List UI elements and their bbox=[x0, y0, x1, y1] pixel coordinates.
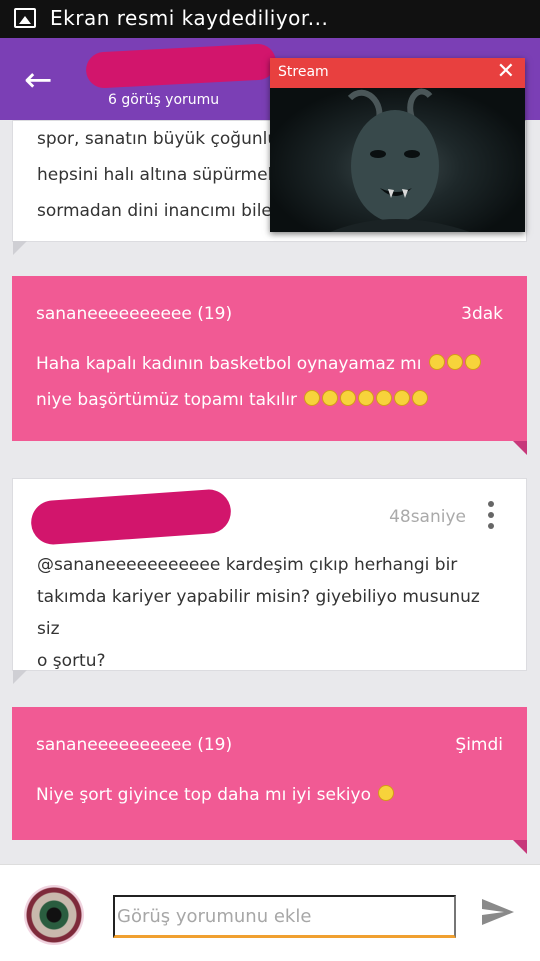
arrow-back-icon[interactable]: ← bbox=[24, 60, 64, 100]
comment-line-text: niye başörtümüz topamı takılır bbox=[36, 390, 298, 410]
comment-count-subtitle: 6 görüş yorumu bbox=[108, 92, 220, 108]
stream-popup-header: Stream ✕ bbox=[270, 58, 525, 88]
comment-time: 3dak bbox=[461, 304, 503, 324]
status-text: Ekran resmi kaydediliyor... bbox=[50, 6, 329, 30]
redacted-author bbox=[29, 488, 233, 546]
grinning-emoji-icon bbox=[428, 354, 445, 370]
laughing-emoji-icon bbox=[464, 354, 481, 370]
comment-author: sananeeeeeeeeee (19) bbox=[36, 304, 233, 324]
comment-time: 48saniye bbox=[389, 507, 466, 527]
grinning-emoji-icon bbox=[378, 785, 395, 801]
comment-card-4: sananeeeeeeeeee (19) Şimdi Niye şort giy… bbox=[12, 707, 527, 854]
laughing-emoji-icon bbox=[322, 390, 339, 406]
stream-popup[interactable]: Stream ✕ bbox=[270, 58, 525, 232]
smiling-emoji-icon bbox=[446, 354, 463, 370]
comment-line: Haha kapalı kadının basketbol oynayamaz … bbox=[36, 346, 507, 382]
grinning-emoji-icon bbox=[376, 390, 393, 406]
card-fold bbox=[13, 670, 27, 684]
comment-text: Niye şort giyince top daha mı iyi sekiyo bbox=[36, 777, 507, 813]
comment-card-3: 48saniye @sananeeeeeeeeeee kardeşim çıkı… bbox=[12, 478, 527, 684]
comment-input[interactable] bbox=[113, 895, 456, 938]
comment-time: Şimdi bbox=[455, 735, 503, 755]
comment-line: niye başörtümüz topamı takılır bbox=[36, 382, 507, 418]
card-fold bbox=[513, 441, 527, 455]
demon-face-image bbox=[330, 88, 470, 232]
comment-card-2: sananeeeeeeeeee (19) 3dak Haha kapalı ka… bbox=[12, 276, 527, 455]
laughing-emoji-icon bbox=[358, 390, 375, 406]
smiling-emoji-icon bbox=[412, 390, 429, 406]
comment-author: sananeeeeeeeeee (19) bbox=[36, 735, 233, 755]
comment-line: Niye şort giyince top daha mı iyi sekiyo bbox=[36, 777, 507, 813]
stream-title: Stream bbox=[278, 64, 329, 80]
comment-composer bbox=[0, 864, 540, 961]
comment-line-text: Haha kapalı kadının basketbol oynayamaz … bbox=[36, 354, 422, 374]
comment-text: @sananeeeeeeeeeee kardeşim çıkıp herhang… bbox=[37, 549, 506, 677]
card-fold bbox=[13, 241, 27, 255]
laughing-emoji-icon bbox=[394, 390, 411, 406]
card-fold bbox=[513, 840, 527, 854]
comment-line: @sananeeeeeeeeeee kardeşim çıkıp herhang… bbox=[37, 555, 458, 575]
send-icon[interactable] bbox=[480, 897, 516, 927]
comment-line: o şortu? bbox=[37, 651, 106, 671]
more-options-icon[interactable] bbox=[488, 501, 494, 534]
grinning-emoji-icon bbox=[304, 390, 321, 406]
comment-text: Haha kapalı kadının basketbol oynayamaz … bbox=[36, 346, 507, 418]
redacted-title bbox=[85, 43, 277, 89]
comment-line-text: Niye şort giyince top daha mı iyi sekiyo bbox=[36, 785, 371, 805]
close-icon[interactable]: ✕ bbox=[497, 59, 515, 84]
avatar[interactable] bbox=[24, 885, 84, 945]
comment-line: takımda kariyer yapabilir misin? giyebil… bbox=[37, 587, 480, 639]
stream-video[interactable] bbox=[270, 88, 525, 232]
image-icon bbox=[14, 8, 36, 28]
grinning-emoji-icon bbox=[340, 390, 357, 406]
status-bar: Ekran resmi kaydediliyor... bbox=[0, 0, 540, 38]
